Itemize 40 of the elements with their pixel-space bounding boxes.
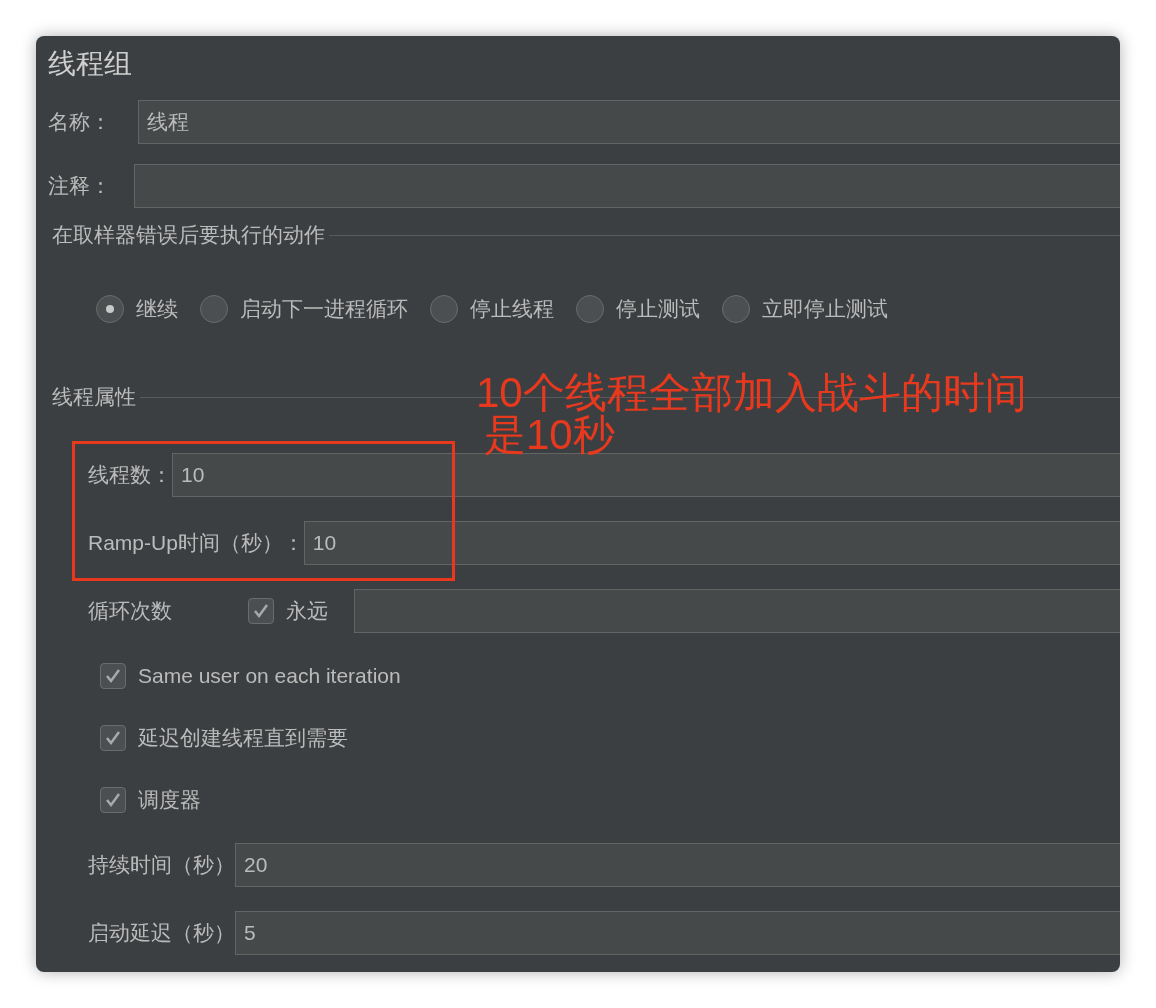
checkbox-label: 永远 [286, 598, 329, 625]
radio-button[interactable] [430, 295, 458, 323]
checkbox[interactable] [100, 663, 126, 689]
radio-label: 继续 [136, 296, 178, 323]
checkbox[interactable] [100, 787, 126, 813]
section-title: 线程属性 [51, 384, 137, 411]
checkmark-icon [104, 791, 122, 809]
panel-title: 线程组 [48, 47, 132, 81]
checkbox-label: 延迟创建线程直到需要 [138, 725, 348, 752]
input-field[interactable]: 5 [235, 911, 1120, 955]
field-label: 持续时间（秒） [88, 852, 235, 879]
checkbox[interactable] [100, 725, 126, 751]
field-label: 线程数： [88, 462, 172, 489]
radio-label: 立即停止测试 [762, 296, 888, 323]
annotation-text: 是10秒 [484, 414, 615, 456]
checkmark-icon [104, 667, 122, 685]
input-field[interactable]: 20 [235, 843, 1120, 887]
radio-label: 停止测试 [616, 296, 700, 323]
checkbox-label: 调度器 [138, 787, 201, 814]
field-label: 名称： [48, 109, 112, 136]
field-label: 循环次数 [88, 598, 173, 625]
field-label: Ramp-Up时间（秒）： [88, 530, 304, 557]
checkbox-label: Same user on each iteration [138, 663, 401, 690]
checkmark-icon [104, 729, 122, 747]
checkmark-icon [252, 602, 270, 620]
input-field[interactable] [354, 589, 1120, 633]
radio-button[interactable] [576, 295, 604, 323]
radio-label: 停止线程 [470, 296, 554, 323]
field-label: 注释： [48, 173, 112, 200]
input-field[interactable] [134, 164, 1120, 208]
radio-button[interactable] [96, 295, 124, 323]
input-field[interactable]: 10 [303, 521, 1120, 565]
radio-button[interactable] [200, 295, 228, 323]
section-title: 在取样器错误后要执行的动作 [51, 222, 326, 249]
annotation-text: 10个线程全部加入战斗的时间 [476, 372, 1027, 414]
field-label: 启动延迟（秒） [88, 920, 235, 947]
checkbox[interactable] [248, 598, 274, 624]
radio-label: 启动下一进程循环 [240, 296, 408, 323]
input-field[interactable]: 线程 [138, 100, 1120, 144]
radio-button[interactable] [722, 295, 750, 323]
